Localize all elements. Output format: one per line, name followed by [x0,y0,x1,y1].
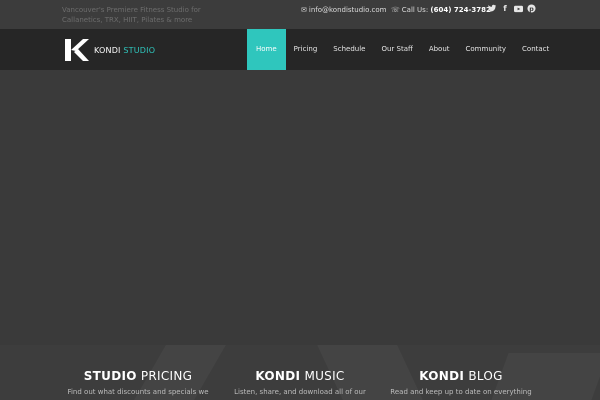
facebook-icon[interactable]: f [501,4,509,14]
kondi-logo-icon[interactable] [63,37,89,63]
pinterest-icon[interactable]: p [527,4,536,14]
feature-kondi-music[interactable]: KONDI MUSIC Listen, share, and download … [220,369,380,396]
brand-name-accent: STUDIO [123,46,156,55]
nav-our-staff[interactable]: Our Staff [373,29,420,70]
nav-home[interactable]: Home [247,29,286,70]
nav-schedule[interactable]: Schedule [325,29,373,70]
feature-title: STUDIO PRICING [83,369,193,383]
phone-contact: ☏ Call Us: (604) 724-3782 [391,5,491,15]
brand-name[interactable]: KONDI STUDIO [94,46,155,55]
email-link[interactable]: info@kondistudio.com [309,6,387,14]
svg-text:p: p [529,6,534,13]
phone-label: Call Us: [401,6,429,14]
top-bar: Vancouver's Premiere Fitness Studio for … [0,0,600,29]
envelope-icon: ✉ [301,6,307,14]
nav-community[interactable]: Community [458,29,515,70]
hero-banner [0,70,600,345]
feature-title: KONDI BLOG [419,369,503,383]
feature-description: Read and keep up to date on everything [390,388,532,396]
main-nav: Home Pricing Schedule Our Staff About Co… [247,29,557,70]
features-section: STUDIO PRICING Find out what discounts a… [0,345,600,400]
feature-description: Listen, share, and download all of our [234,388,366,396]
nav-about[interactable]: About [421,29,458,70]
email-contact[interactable]: ✉ info@kondistudio.com [301,5,386,15]
feature-description: Find out what discounts and specials we [67,388,209,396]
brand-name-main: KONDI [94,46,121,55]
phone-number[interactable]: (604) 724-3782 [430,6,490,14]
tagline: Vancouver's Premiere Fitness Studio for … [62,6,201,24]
feature-kondi-blog[interactable]: KONDI BLOG Read and keep up to date on e… [381,369,541,396]
nav-contact[interactable]: Contact [514,29,557,70]
youtube-icon[interactable] [514,4,523,14]
twitter-icon[interactable] [488,4,496,14]
feature-title: KONDI MUSIC [255,369,345,383]
social-links: f p [488,4,536,14]
phone-icon: ☏ [391,6,400,14]
feature-studio-pricing[interactable]: STUDIO PRICING Find out what discounts a… [58,369,218,396]
nav-pricing[interactable]: Pricing [286,29,326,70]
